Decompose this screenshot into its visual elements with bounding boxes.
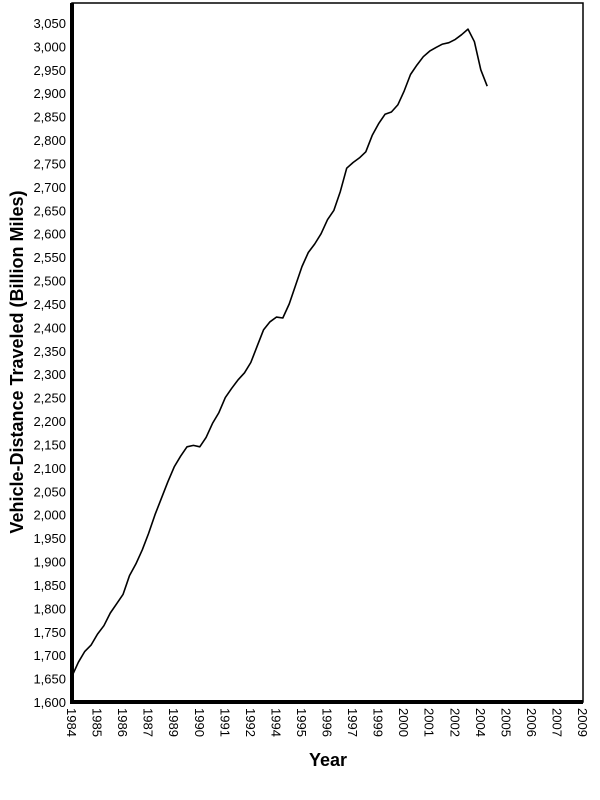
y-tick-label: 2,550 — [33, 250, 66, 265]
y-tick-label: 2,850 — [33, 110, 66, 125]
y-tick-label: 2,800 — [33, 133, 66, 148]
y-axis-title: Vehicle-Distance Traveled (Billion Miles… — [7, 190, 27, 533]
x-axis-title: Year — [309, 750, 347, 770]
y-tick-label: 1,800 — [33, 601, 66, 616]
y-tick-label: 2,050 — [33, 484, 66, 499]
x-tick-label: 1987 — [141, 708, 156, 737]
y-tick-label: 2,000 — [33, 508, 66, 523]
y-tick-label: 2,300 — [33, 367, 66, 382]
x-tick-label: 2000 — [396, 708, 411, 737]
y-tick-label: 2,500 — [33, 274, 66, 289]
y-tick-label: 3,050 — [33, 16, 66, 31]
x-tick-label: 1999 — [371, 708, 386, 737]
x-tick-label: 1990 — [192, 708, 207, 737]
x-axis-ticks: 1984 1985 1986 1987 1989 1990 1991 1992 1994 1995… — [64, 708, 590, 737]
y-tick-label: 2,700 — [33, 180, 66, 195]
y-tick-label: 1,650 — [33, 672, 66, 687]
y-tick-label: 1,900 — [33, 555, 66, 570]
x-tick-label: 1985 — [90, 708, 105, 737]
x-tick-label: 2004 — [473, 708, 488, 737]
plot-area — [71, 2, 584, 703]
y-tick-label: 2,600 — [33, 227, 66, 242]
y-tick-label: 2,150 — [33, 437, 66, 452]
line-chart: 1,600 1,650 1,700 1,750 1,800 1,850 1,900 1,950… — [7, 2, 590, 770]
y-tick-label: 1,700 — [33, 648, 66, 663]
x-tick-label: 2006 — [524, 708, 539, 737]
x-tick-label: 1989 — [166, 708, 181, 737]
x-tick-label: 1997 — [345, 708, 360, 737]
y-tick-label: 3,000 — [33, 39, 66, 54]
y-tick-label: 2,100 — [33, 461, 66, 476]
x-tick-label: 1992 — [243, 708, 258, 737]
y-tick-label: 2,400 — [33, 320, 66, 335]
x-tick-label: 2009 — [575, 708, 590, 737]
y-tick-label: 1,950 — [33, 531, 66, 546]
y-tick-label: 2,200 — [33, 414, 66, 429]
y-tick-label: 1,600 — [33, 695, 66, 710]
y-axis-ticks: 1,600 1,650 1,700 1,750 1,800 1,850 1,900 1,950… — [33, 16, 66, 710]
y-tick-label: 2,650 — [33, 203, 66, 218]
x-tick-label: 1996 — [320, 708, 335, 737]
x-tick-label: 2005 — [498, 708, 513, 737]
x-tick-label: 1991 — [217, 708, 232, 737]
x-tick-label: 1994 — [268, 708, 283, 737]
x-tick-label: 2002 — [447, 708, 462, 737]
y-tick-label: 2,250 — [33, 391, 66, 406]
x-tick-label: 2007 — [549, 708, 564, 737]
x-tick-label: 2001 — [422, 708, 437, 737]
x-tick-label: 1995 — [294, 708, 309, 737]
y-tick-label: 2,950 — [33, 63, 66, 78]
y-tick-label: 2,450 — [33, 297, 66, 312]
y-tick-label: 1,850 — [33, 578, 66, 593]
x-tick-label: 1984 — [64, 708, 79, 737]
y-tick-label: 1,750 — [33, 625, 66, 640]
y-tick-label: 2,900 — [33, 86, 66, 101]
y-tick-label: 2,350 — [33, 344, 66, 359]
x-tick-label: 1986 — [115, 708, 130, 737]
y-tick-label: 2,750 — [33, 156, 66, 171]
